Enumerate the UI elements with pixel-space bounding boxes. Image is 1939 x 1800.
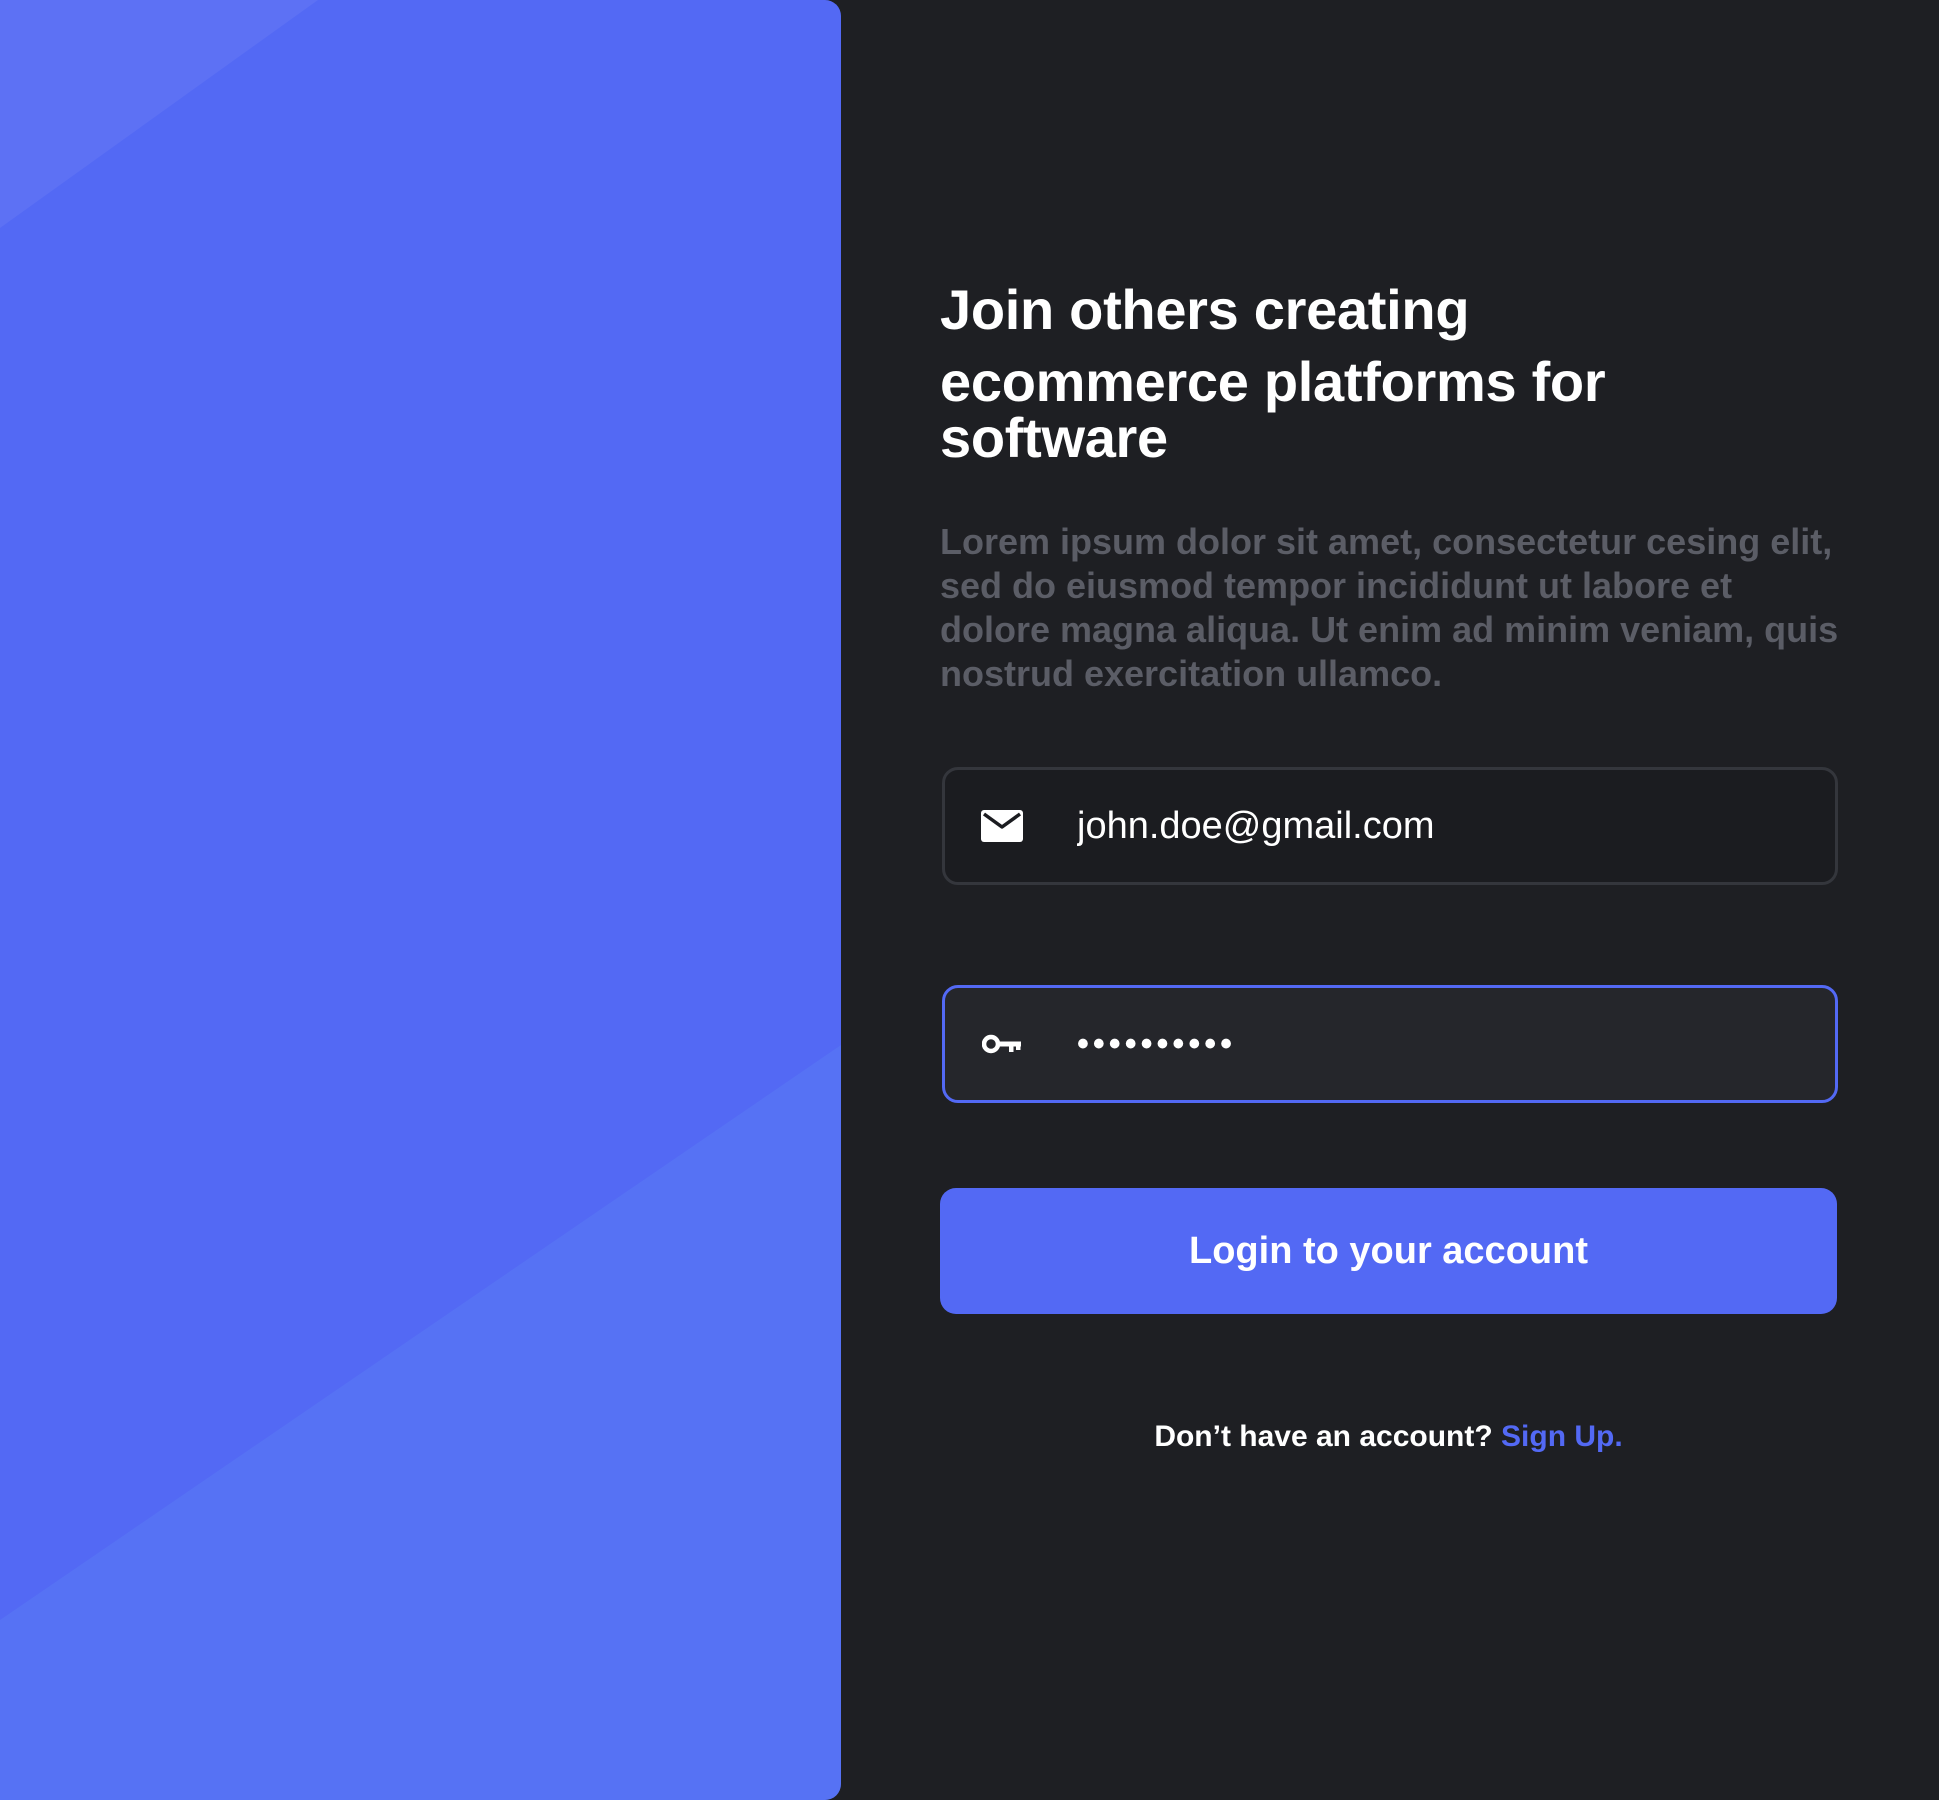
description-text: Lorem ipsum dolor sit amet, consectetur … [940,521,1839,694]
login-page: Join others creating ecommerce platforms… [0,0,1939,1800]
hero-panel [0,0,841,1800]
signup-row: Don’t have an account? Sign Up. [940,1420,1837,1454]
signup-prompt: Don’t have an account? [1154,1420,1502,1453]
mail-icon [981,808,1023,844]
hero-decoration [0,0,841,1800]
password-input[interactable] [1077,1024,1777,1064]
email-field[interactable] [942,767,1838,885]
login-button[interactable]: Login to your account [940,1188,1837,1314]
title-line-2: ecommerce platforms for software [940,350,1606,469]
signup-link[interactable]: Sign Up. [1501,1420,1623,1453]
email-input[interactable] [1077,804,1777,848]
page-title: Join others creating ecommerce platforms… [940,282,1837,466]
key-icon [981,1026,1023,1062]
title-line-1: Join others creating [940,278,1470,341]
password-field[interactable] [942,985,1838,1103]
